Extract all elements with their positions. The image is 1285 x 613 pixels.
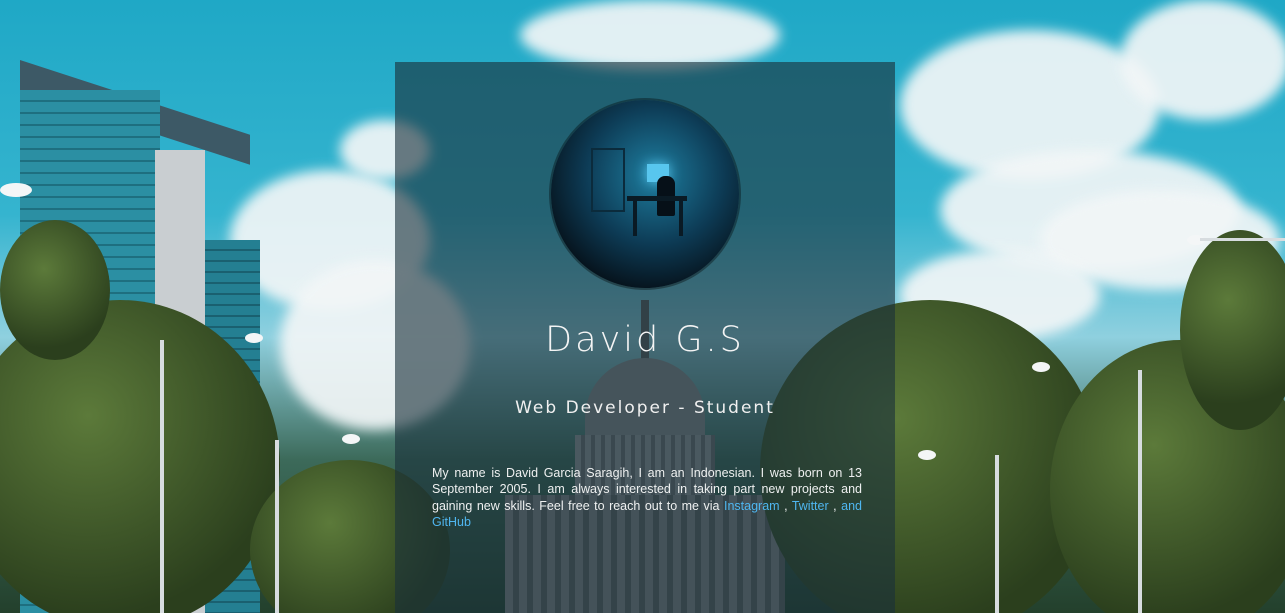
avatar-window [591,148,625,212]
cloud [520,0,780,70]
street-lamp-arm [1200,238,1285,241]
profile-name: David G.S [545,320,745,360]
avatar-desk-leg [679,200,683,236]
twitter-link[interactable]: Twitter [792,499,829,513]
cloud [1120,0,1285,120]
street-lamp [245,333,263,343]
link-separator: , [779,498,792,513]
street-lamp-pole [1138,370,1142,613]
profile-avatar [551,100,739,288]
street-lamp [0,183,32,197]
tree [0,220,110,360]
profile-card: David G.S Web Developer - Student My nam… [395,62,895,613]
avatar-desk-leg [633,200,637,236]
street-lamp [342,434,360,444]
profile-role: Web Developer - Student [515,398,775,418]
street-lamp-pole [995,455,999,613]
instagram-link[interactable]: Instagram [724,499,780,513]
street-lamp [1032,362,1050,372]
street-lamp-pole [275,440,279,613]
street-lamp [918,450,936,460]
profile-bio: My name is David Garcia Saragih, I am an… [432,465,862,531]
link-separator: , [828,498,842,513]
street-lamp-pole [160,340,164,613]
